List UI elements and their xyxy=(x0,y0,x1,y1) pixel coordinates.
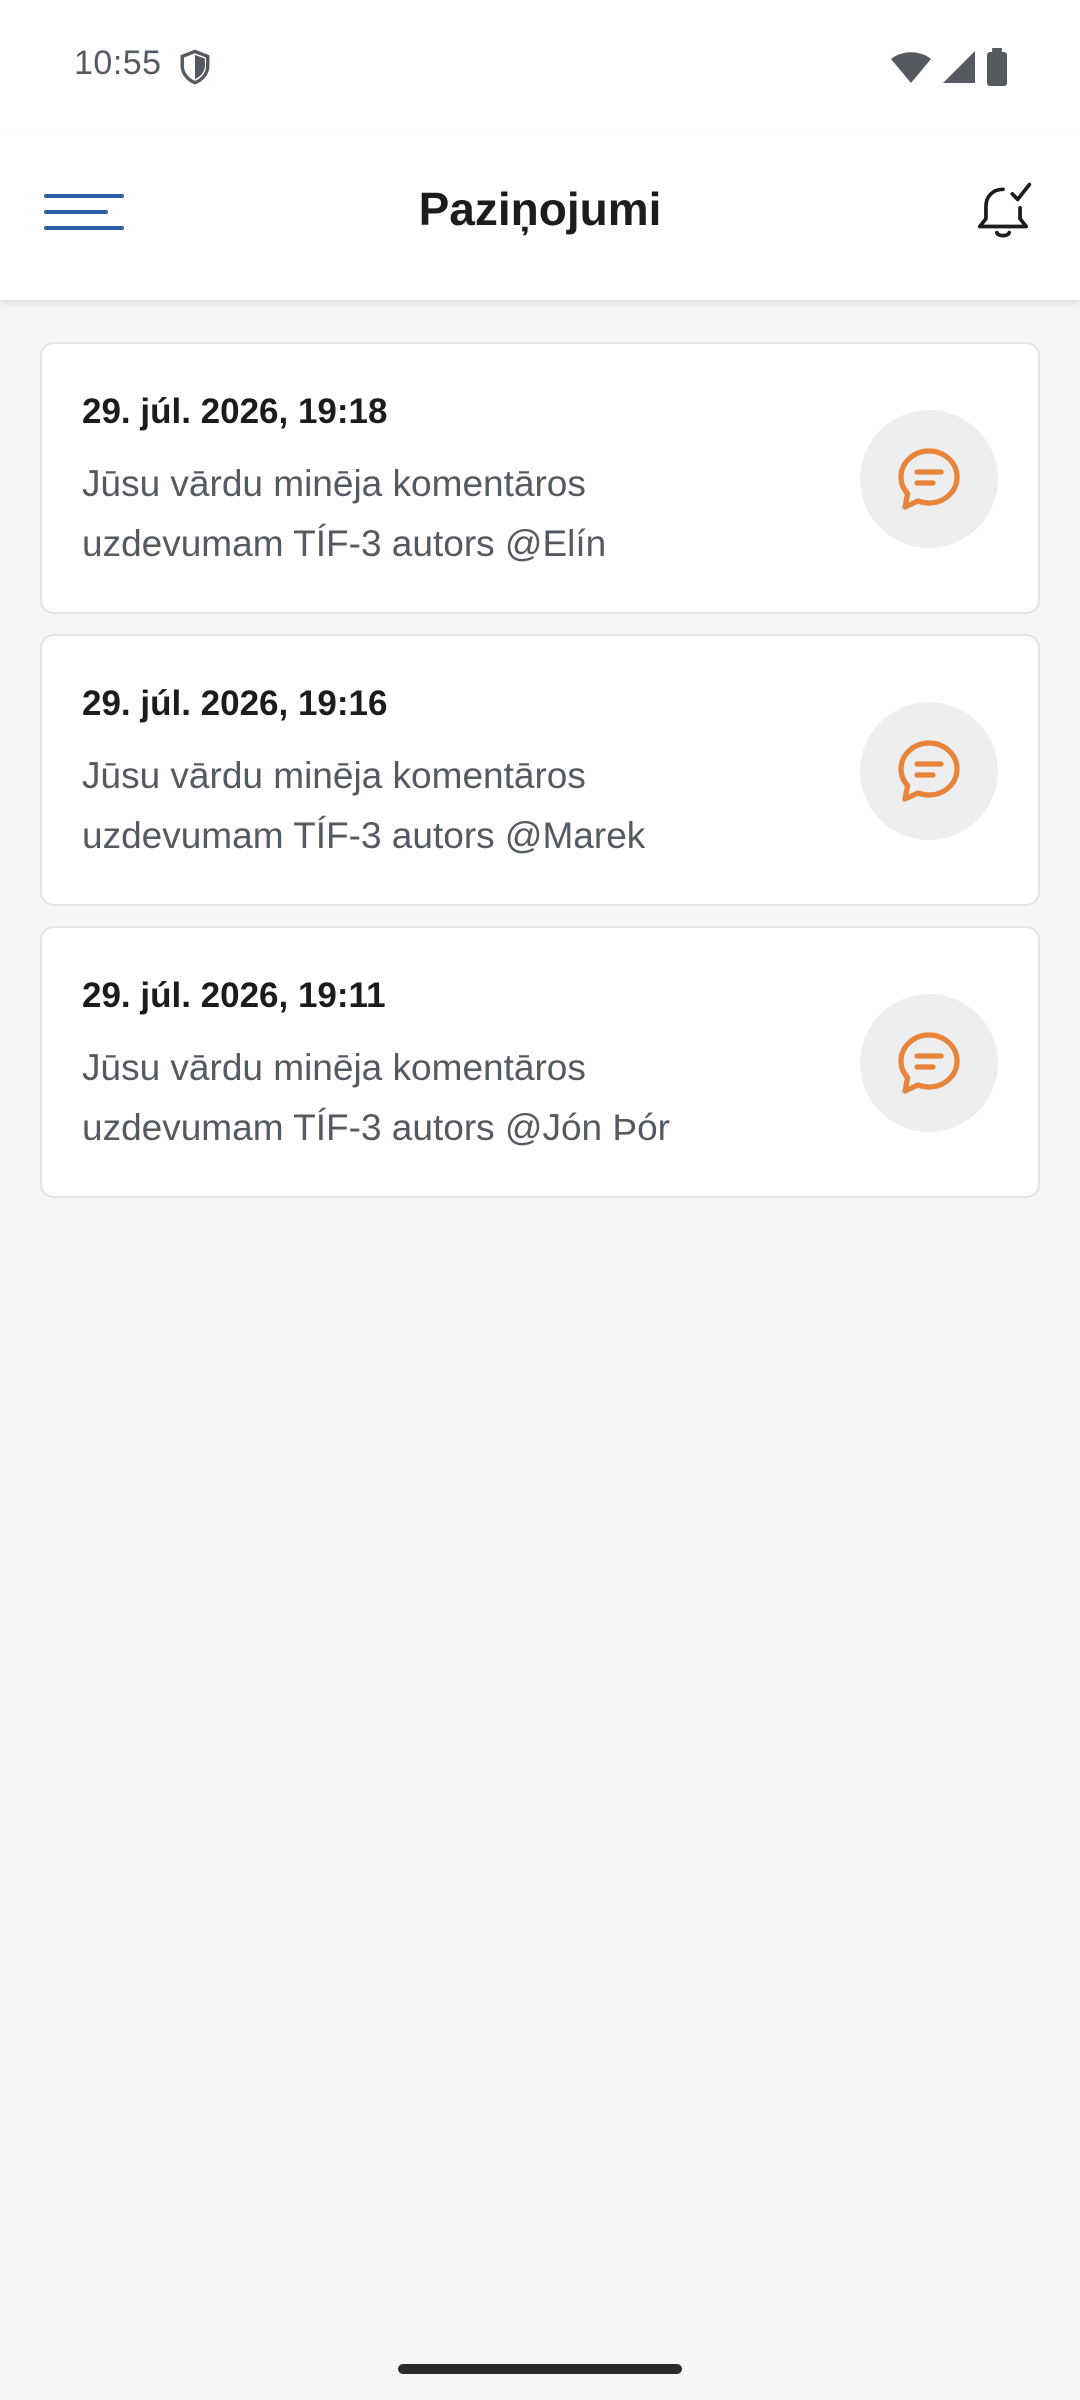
notification-icon-badge xyxy=(860,410,998,548)
notification-time: 29. júl. 2026, 19:18 xyxy=(82,392,388,431)
notification-item[interactable]: 29. júl. 2026, 19:18 Jūsu vārdu minēja k… xyxy=(40,342,1040,614)
notification-message-line: Jūsu vārdu minēja komentāros xyxy=(82,463,586,504)
notification-message-line: Jūsu vārdu minēja komentāros xyxy=(82,1047,586,1088)
notification-icon-badge xyxy=(860,702,998,840)
notification-item[interactable]: 29. júl. 2026, 19:11 Jūsu vārdu minēja k… xyxy=(40,926,1040,1198)
notification-message: Jūsu vārdu minēja komentāros uzdevumam T… xyxy=(82,1038,882,1158)
battery-icon xyxy=(987,48,1007,86)
notification-time: 29. júl. 2026, 19:16 xyxy=(82,684,388,723)
status-icons xyxy=(890,48,1008,86)
notification-list: 29. júl. 2026, 19:18 Jūsu vārdu minēja k… xyxy=(40,342,1040,1218)
notification-time: 29. júl. 2026, 19:11 xyxy=(82,976,386,1015)
page-title: Paziņojumi xyxy=(418,183,662,235)
notification-message-line: uzdevumam TÍF-3 autors @Elín xyxy=(82,523,607,564)
cellular-signal-icon xyxy=(943,51,975,83)
notification-message-line: uzdevumam TÍF-3 autors @Jón Þór xyxy=(82,1107,670,1148)
shield-icon xyxy=(180,49,210,85)
notification-message: Jūsu vārdu minēja komentāros uzdevumam T… xyxy=(82,746,882,866)
app-bar: Paziņojumi xyxy=(0,132,1080,300)
comment-icon xyxy=(898,1032,960,1094)
notification-message-line: uzdevumam TÍF-3 autors @Marek xyxy=(82,815,646,856)
comment-icon xyxy=(898,740,960,802)
home-indicator[interactable] xyxy=(398,2364,682,2374)
notification-icon-badge xyxy=(860,994,998,1132)
notification-message: Jūsu vārdu minēja komentāros uzdevumam T… xyxy=(82,454,882,574)
status-bar: 10:55 xyxy=(0,0,1080,132)
notification-message-line: Jūsu vārdu minēja komentāros xyxy=(82,755,586,796)
notification-item[interactable]: 29. júl. 2026, 19:16 Jūsu vārdu minēja k… xyxy=(40,634,1040,906)
comment-icon xyxy=(898,448,960,510)
wifi-icon xyxy=(891,52,931,83)
status-time: 10:55 xyxy=(74,44,162,82)
bell-check-icon[interactable] xyxy=(972,180,1034,242)
